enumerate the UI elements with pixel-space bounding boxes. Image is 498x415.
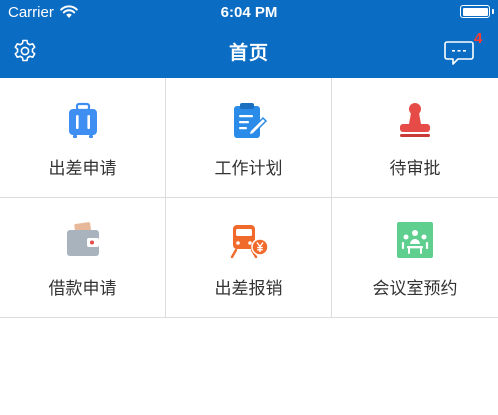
grid-item-meeting-room-booking[interactable]: 会议室预约: [332, 198, 498, 318]
grid-item-work-plan[interactable]: 工作计划: [166, 78, 332, 198]
grid-item-pending-approval[interactable]: 待审批: [332, 78, 498, 198]
grid-item-label: 借款申请: [48, 279, 117, 299]
status-bar: Carrier 6:04 PM: [0, 0, 498, 26]
meeting-room-icon: [397, 222, 433, 258]
grid-item-label: 出差报销: [214, 279, 283, 299]
app-header: Carrier 6:04 PM 首页: [0, 0, 498, 78]
nav-bar: 首页: [0, 26, 498, 78]
message-icon: [444, 41, 474, 65]
grid-item-label: 会议室预约: [372, 279, 458, 299]
status-time: 6:04 PM: [220, 4, 278, 21]
messages-button[interactable]: [444, 36, 478, 68]
clipboard-edit-icon: [233, 103, 267, 138]
stamp-icon: [400, 103, 430, 137]
grid-item-label: 出差申请: [48, 159, 117, 179]
feature-grid: 出差申请 工作计划 待审批 借款申请 出差报销 会议室预约: [0, 78, 498, 318]
page-title: 首页: [228, 42, 269, 64]
grid-item-loan-application[interactable]: 借款申请: [0, 198, 166, 318]
grid-item-business-trip-application[interactable]: 出差申请: [0, 78, 166, 198]
train-yen-icon: [230, 225, 269, 259]
grid-item-travel-reimbursement[interactable]: 出差报销: [166, 198, 332, 318]
battery-icon: [460, 5, 494, 18]
wallet-icon: [66, 222, 99, 256]
grid-item-label: 工作计划: [214, 159, 283, 179]
luggage-icon: [68, 102, 97, 138]
grid-item-label: 待审批: [389, 159, 441, 179]
message-badge: 4: [474, 30, 483, 47]
